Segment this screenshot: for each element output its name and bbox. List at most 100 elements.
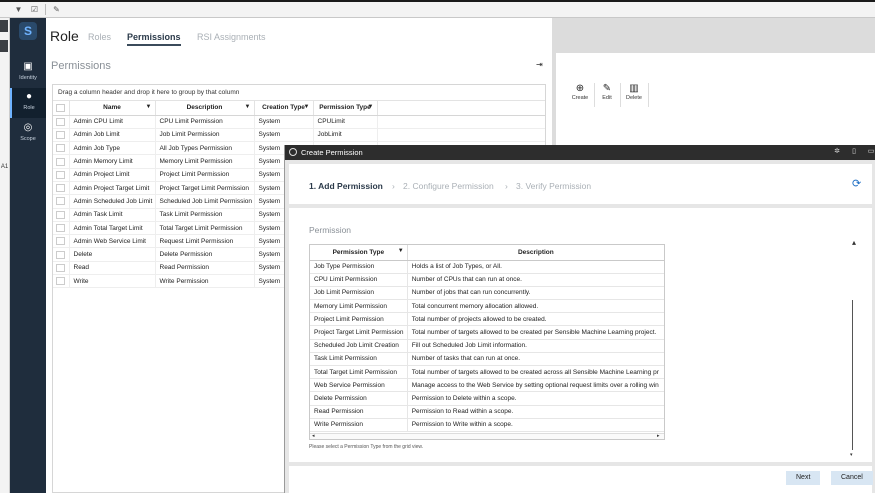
row-checkbox[interactable] [56,210,66,219]
column-header-permission-type[interactable]: Permission Type ▼ [310,245,408,261]
table-row[interactable]: Job Limit Permission Number of jobs that … [310,286,664,301]
table-row[interactable]: Memory Limit Permission Total concurrent … [310,299,664,314]
filter-icon[interactable]: ▼ [14,5,23,14]
table-row[interactable]: Scheduled Job Limit Creation Fill out Sch… [310,339,664,353]
table-row[interactable]: Job Type Permission Holds a list of Job T… [310,260,664,274]
row-select-cell[interactable] [53,181,70,196]
column-header-description[interactable]: Description ▼ [155,101,255,116]
row-checkbox[interactable] [56,117,66,126]
filter-icon[interactable]: ▼ [368,104,374,110]
row-checkbox[interactable] [56,250,66,259]
cell-description: Request Limit Permission [155,234,255,249]
column-header-permission-type[interactable]: Permission Type ▼ [313,101,378,116]
step-configure-permission[interactable]: 2. Configure Permission [403,181,494,191]
tab-roles[interactable]: Roles [88,32,111,42]
select-column-header[interactable] [53,101,70,116]
row-checkbox[interactable] [56,144,66,153]
column-header-creation-type[interactable]: Creation Type ▼ [254,101,314,116]
left-edge-strip: A1 [0,18,10,493]
filter-icon[interactable]: ▼ [398,248,404,254]
row-checkbox[interactable] [56,184,66,193]
row-select-cell[interactable] [53,247,70,262]
row-select-cell[interactable] [53,154,70,169]
tab-permissions[interactable]: Permissions [127,32,181,46]
scroll-down-arrow[interactable]: ▾ [850,452,853,458]
sidebar-item-scope[interactable]: ◎ Scope [10,119,46,149]
scroll-right-arrow[interactable]: ▸ [657,433,660,439]
next-button[interactable]: Next [786,471,821,485]
cell-creation-type: System [254,128,314,143]
column-header-name[interactable]: Name ▼ [69,101,156,116]
table-row[interactable]: Admin CPU Limit CPU Limit Permission Syste… [53,115,545,129]
row-select-cell[interactable] [53,261,70,276]
row-select-cell[interactable] [53,208,70,222]
row-select-cell[interactable] [53,221,70,236]
column-header-empty [377,101,545,116]
scroll-left-arrow[interactable]: ◂ [312,433,315,439]
dialog-footer: Next Cancel [289,466,873,493]
cell-permission-type: Job Limit Permission [310,286,408,301]
filter-icon[interactable]: ▼ [304,104,310,110]
cell-description: Number of CPUs that can run at once. [407,273,664,287]
table-row[interactable]: Total Target Limit Permission Total numbe… [310,365,664,380]
table-row[interactable]: Web Service Permission Manage access to t… [310,378,664,393]
cell-permission-type: Project Limit Permission [310,312,408,327]
table-row[interactable]: Project Limit Permission Total number of … [310,312,664,327]
refresh-icon[interactable]: ⟳ [852,177,861,190]
delete-button[interactable]: ▥ Delete [623,83,645,101]
vertical-scrollbar[interactable] [852,300,853,450]
edit-button[interactable]: ✎ Edit [596,83,618,101]
section-title: Permissions [51,60,111,72]
column-header-description[interactable]: Description [407,245,664,261]
cell-name: Admin Task Limit [69,208,156,222]
sidebar-item-role[interactable]: ● Role [10,88,46,118]
row-select-cell[interactable] [53,194,70,209]
restore-icon[interactable]: ▯ [850,148,858,156]
pin-icon[interactable]: ⇥ [536,60,543,69]
table-row[interactable]: Admin Job Limit Job Limit Permission Syste… [53,128,545,143]
step-add-permission[interactable]: 1. Add Permission [309,181,383,191]
row-checkbox[interactable] [56,263,66,272]
table-row[interactable]: Project Target Limit Permission Total num… [310,325,664,340]
row-select-cell[interactable] [53,234,70,249]
settings-icon[interactable]: ✲ [833,148,841,156]
step-chevron-icon: › [505,181,508,191]
select-all-checkbox[interactable] [56,103,66,112]
cell-description: Memory Limit Permission [155,154,255,169]
sidebar-item-identity[interactable]: ▣ Identity [10,58,46,88]
row-checkbox[interactable] [56,157,66,166]
row-select-cell[interactable] [53,115,70,129]
sidebar-item-label: Identity [19,75,37,81]
row-checkbox[interactable] [56,130,66,139]
row-checkbox[interactable] [56,277,66,286]
filter-icon[interactable]: ▼ [146,104,152,110]
filter-icon[interactable]: ▼ [245,104,251,110]
row-select-cell[interactable] [53,141,70,156]
checkbox-icon[interactable]: ☑ [30,5,39,14]
row-checkbox[interactable] [56,224,66,233]
row-checkbox[interactable] [56,170,66,179]
table-row[interactable]: Write Permission Permission to Write with… [310,418,664,432]
table-row[interactable]: Read Permission Permission to Read within… [310,405,664,419]
row-checkbox[interactable] [56,237,66,246]
row-select-cell[interactable] [53,128,70,143]
table-row[interactable]: CPU Limit Permission Number of CPUs that … [310,273,664,287]
scroll-up-arrow[interactable]: ▴ [852,238,856,247]
create-button[interactable]: ⊕ Create [569,83,591,101]
cell-name: Admin Memory Limit [69,154,156,169]
cell-description: Delete Permission [155,247,255,262]
row-select-cell[interactable] [53,168,70,182]
table-row[interactable]: Task Limit Permission Number of tasks tha… [310,352,664,367]
cancel-button[interactable]: Cancel [831,471,873,485]
cell-permission-type: Task Limit Permission [310,352,408,367]
tab-rsi-assignments[interactable]: RSI Assignments [197,32,266,42]
row-checkbox[interactable] [56,197,66,206]
group-by-bar[interactable]: Drag a column header and drop it here to… [53,85,545,101]
scope-icon: ◎ [23,122,33,133]
row-select-cell[interactable] [53,274,70,289]
horizontal-scrollbar[interactable]: ◂ ▸ [310,433,664,439]
table-row[interactable]: Delete Permission Permission to Delete wi… [310,391,664,406]
step-verify-permission[interactable]: 3. Verify Permission [516,181,591,191]
close-icon[interactable]: ▭ [867,148,875,156]
pencil-icon[interactable]: ✎ [52,5,61,14]
